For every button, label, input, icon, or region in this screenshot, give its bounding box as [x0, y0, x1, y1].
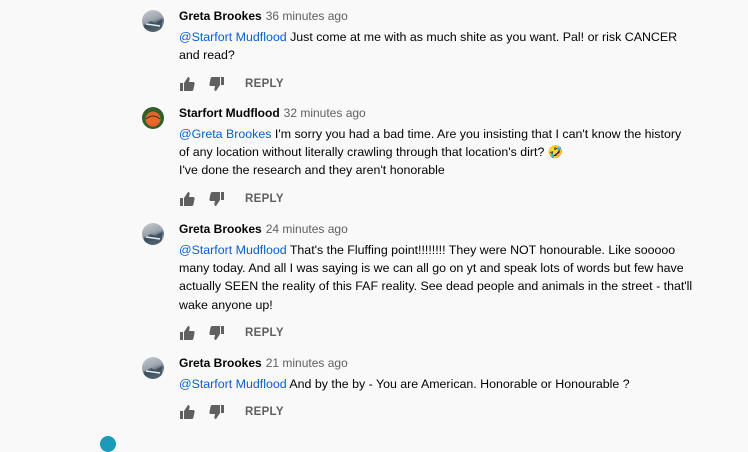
comment-line: That's the Fluffing point!!!!!!!! They w… — [286, 243, 676, 257]
mention-link[interactable]: @Greta Brookes — [179, 127, 271, 141]
reply-button[interactable]: REPLY — [245, 327, 284, 339]
avatar[interactable] — [142, 107, 164, 129]
mention-link[interactable]: @Starfort Mudflood — [179, 377, 287, 391]
reply-button[interactable]: REPLY — [245, 193, 284, 205]
comment-actions: REPLY — [179, 404, 284, 420]
comment-line: Just come at me with as much shite as yo… — [286, 30, 678, 44]
thumbs-up-icon[interactable] — [179, 191, 195, 207]
comment-line: I'm sorry you had a bad time. Are you in… — [271, 127, 682, 141]
author-name[interactable]: Greta Brookes — [179, 356, 262, 370]
timestamp[interactable]: 24 minutes ago — [266, 222, 348, 236]
mention-link[interactable]: @Starfort Mudflood — [179, 243, 287, 257]
comment-text: @Starfort Mudflood And by the by - You a… — [179, 375, 719, 393]
comment-actions: REPLY — [179, 191, 284, 207]
author-name[interactable]: Starfort Mudflood — [179, 106, 280, 120]
comment-actions: REPLY — [179, 325, 284, 341]
comment-text: @Greta Brookes I'm sorry you had a bad t… — [179, 125, 719, 180]
comment-line: And by the by - You are American. Honora… — [286, 377, 630, 391]
comment-header: Starfort Mudflood 32 minutes ago — [179, 106, 366, 120]
author-name[interactable]: Greta Brookes — [179, 9, 262, 23]
thumbs-down-icon[interactable] — [209, 191, 225, 207]
thumbs-up-icon[interactable] — [179, 404, 195, 420]
thumbs-down-icon[interactable] — [209, 404, 225, 420]
timestamp[interactable]: 32 minutes ago — [284, 106, 366, 120]
comment-line: and read? — [179, 48, 235, 63]
timestamp[interactable]: 36 minutes ago — [266, 9, 348, 23]
comment-line: wake anyone up! — [179, 297, 273, 312]
author-name[interactable]: Greta Brookes — [179, 222, 262, 236]
comment-header: Greta Brookes 24 minutes ago — [179, 222, 348, 236]
avatar[interactable] — [142, 223, 164, 245]
comment-text: @Starfort Mudflood That's the Fluffing p… — [179, 241, 719, 314]
thumbs-up-icon[interactable] — [179, 325, 195, 341]
thumbs-up-icon[interactable] — [179, 76, 195, 92]
timestamp[interactable]: 21 minutes ago — [266, 356, 348, 370]
comment-actions: REPLY — [179, 76, 284, 92]
avatar[interactable] — [142, 10, 164, 32]
comment-line: I've done the research and they aren't h… — [179, 163, 445, 178]
comment-line: many today. And all I was saying is we c… — [179, 261, 684, 276]
next-comment-avatar[interactable] — [100, 436, 116, 452]
comment-text: @Starfort Mudflood Just come at me with … — [179, 28, 719, 64]
thumbs-down-icon[interactable] — [209, 325, 225, 341]
reply-button[interactable]: REPLY — [245, 406, 284, 418]
comment-header: Greta Brookes 21 minutes ago — [179, 356, 348, 370]
reply-button[interactable]: REPLY — [245, 78, 284, 90]
thumbs-down-icon[interactable] — [209, 76, 225, 92]
avatar[interactable] — [142, 357, 164, 379]
comment-line: of any location without literally crawli… — [179, 145, 564, 160]
comment-line: actually SEEN the reality of this FAF re… — [179, 279, 693, 294]
comment-header: Greta Brookes 36 minutes ago — [179, 9, 348, 23]
mention-link[interactable]: @Starfort Mudflood — [179, 30, 287, 44]
